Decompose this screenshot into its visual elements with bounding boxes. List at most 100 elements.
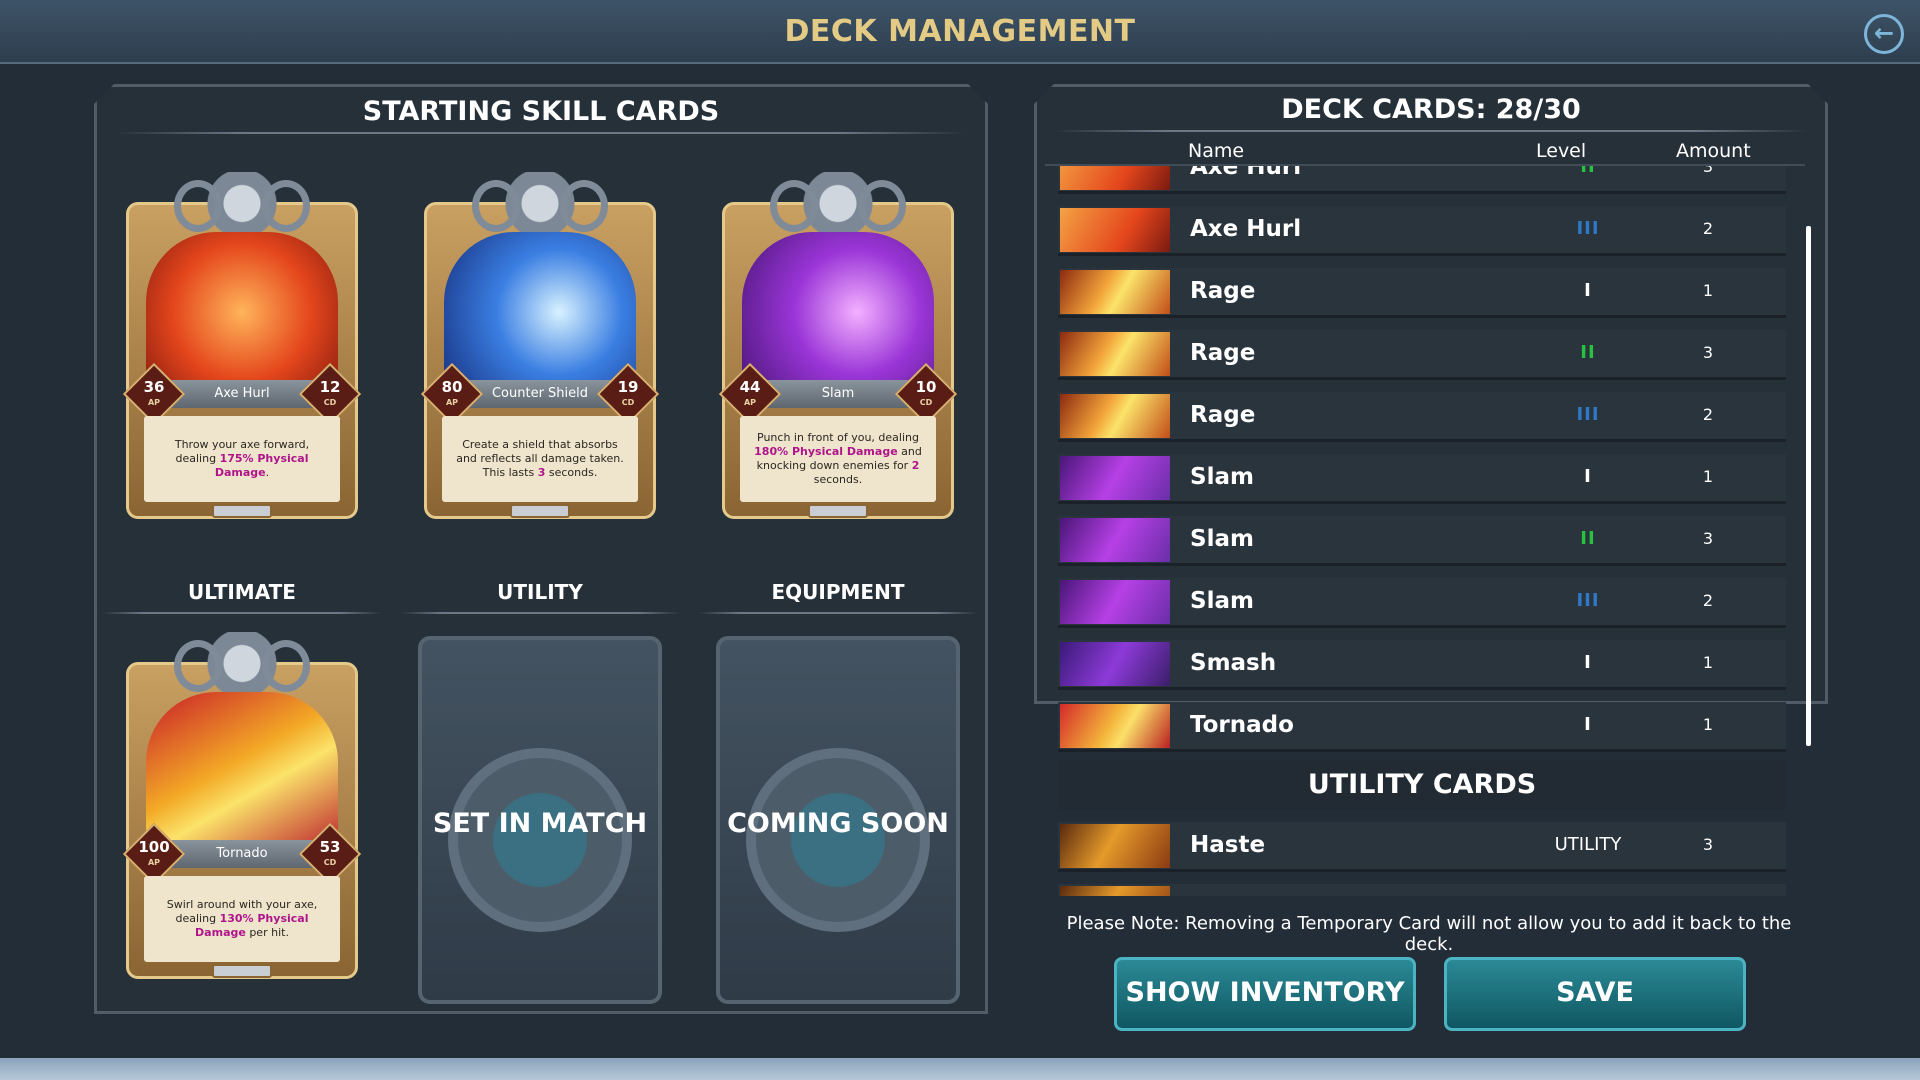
list-item[interactable]: Slam II 3 — [1058, 516, 1786, 566]
row-level: I — [1584, 714, 1592, 735]
desc-highlight: 3 — [537, 466, 546, 479]
row-name: Rage — [1190, 340, 1256, 366]
column-header-name: Name — [1188, 140, 1245, 162]
title-divider — [1054, 130, 1808, 132]
starting-skill-cards-title: STARTING SKILL CARDS — [362, 96, 720, 127]
row-name: Rage — [1190, 402, 1256, 428]
slot-set-in-match[interactable]: SET IN MATCH — [418, 636, 662, 1004]
card-thumbnail — [1060, 270, 1170, 314]
card-foot-ornament — [212, 964, 272, 978]
row-name: Tornado — [1190, 712, 1294, 738]
row-name: Haste — [1190, 832, 1266, 858]
ap-label: AP — [445, 398, 459, 407]
list-item[interactable]: Axe Hurl II 3 — [1058, 166, 1786, 194]
category-ultimate: ULTIMATE — [188, 580, 296, 604]
card-description: Create a shield that absorbs and reflect… — [442, 416, 638, 502]
ap-label: AP — [147, 398, 161, 407]
list-item[interactable]: Slam III 2 — [1058, 578, 1786, 628]
row-amount: 3 — [1702, 835, 1714, 854]
card-thumbnail — [1060, 208, 1170, 252]
card-foot-ornament — [808, 504, 868, 518]
row-name: Slam — [1190, 588, 1254, 614]
desc-text: seconds. — [813, 473, 863, 486]
skill-card-axe-hurl[interactable]: Axe Hurl 36 AP 12 CD Throw your axe forw… — [122, 172, 362, 519]
card-art — [146, 232, 338, 392]
skill-card-tornado[interactable]: Tornado 100 AP 53 CD Swirl around with y… — [122, 632, 362, 979]
row-level: III — [1576, 590, 1600, 611]
card-thumbnail — [1060, 824, 1170, 868]
category-equipment: EQUIPMENT — [771, 580, 905, 604]
desc-text: seconds. — [548, 466, 598, 479]
cd-value: 10 — [915, 378, 937, 396]
row-name: Slam — [1190, 526, 1254, 552]
skill-card-slam[interactable]: Slam 44 AP 10 CD Punch in front of you, … — [718, 172, 958, 519]
list-item[interactable]: Rage II 3 — [1058, 330, 1786, 380]
ap-value: 80 — [441, 378, 463, 396]
category-divider — [400, 612, 680, 614]
desc-text: . — [265, 466, 270, 479]
row-amount: 1 — [1702, 467, 1714, 486]
header-bar: DECK MANAGEMENT ← — [0, 0, 1920, 64]
row-amount: 1 — [1702, 653, 1714, 672]
slot-coming-soon: COMING SOON — [716, 636, 960, 1004]
footer-bar — [0, 1058, 1920, 1080]
cd-label: CD — [621, 398, 635, 407]
page-title: DECK MANAGEMENT — [784, 14, 1136, 49]
cd-value: 53 — [319, 838, 341, 856]
list-item[interactable] — [1058, 884, 1786, 896]
row-amount: 2 — [1702, 405, 1714, 424]
list-scrollbar[interactable] — [1806, 226, 1811, 746]
row-amount: 3 — [1702, 529, 1714, 548]
ap-label: AP — [743, 398, 757, 407]
desc-text: per hit. — [249, 926, 289, 939]
list-item[interactable]: Axe Hurl III 2 — [1058, 206, 1786, 256]
card-foot-ornament — [212, 504, 272, 518]
row-level: I — [1584, 280, 1592, 301]
card-thumbnail — [1060, 642, 1170, 686]
desc-text: Punch in front of you, dealing — [757, 431, 919, 444]
ap-value: 100 — [138, 838, 170, 856]
row-level: UTILITY — [1554, 834, 1622, 855]
card-thumbnail — [1060, 456, 1170, 500]
cd-value: 19 — [617, 378, 639, 396]
list-item[interactable]: Slam I 1 — [1058, 454, 1786, 504]
show-inventory-button[interactable]: SHOW INVENTORY — [1114, 957, 1416, 1031]
row-level: III — [1576, 404, 1600, 425]
skill-card-counter-shield[interactable]: Counter Shield 80 AP 19 CD Create a shie… — [420, 172, 660, 519]
card-thumbnail — [1060, 332, 1170, 376]
column-header-level: Level — [1536, 140, 1587, 162]
cd-label: CD — [323, 398, 337, 407]
back-arrow-icon[interactable]: ← — [1864, 14, 1904, 54]
row-amount: 1 — [1702, 715, 1714, 734]
list-item[interactable]: Haste UTILITY 3 — [1058, 822, 1786, 872]
ap-value: 44 — [739, 378, 761, 396]
card-description: Swirl around with your axe, dealing 130%… — [144, 876, 340, 962]
card-thumbnail — [1060, 518, 1170, 562]
row-amount: 1 — [1702, 281, 1714, 300]
row-amount: 3 — [1702, 343, 1714, 362]
card-thumbnail — [1060, 704, 1170, 748]
slot-label: SET IN MATCH — [432, 808, 648, 839]
save-button[interactable]: SAVE — [1444, 957, 1746, 1031]
row-name: Smash — [1190, 650, 1277, 676]
ap-value: 36 — [143, 378, 165, 396]
list-item[interactable]: Tornado I 1 — [1058, 702, 1786, 752]
row-name: Slam — [1190, 464, 1254, 490]
card-art — [742, 232, 934, 392]
card-thumbnail — [1060, 580, 1170, 624]
list-item[interactable]: Smash I 1 — [1058, 640, 1786, 690]
desc-highlight: 180% Physical Damage — [754, 445, 898, 458]
deck-cards-title: DECK CARDS: 28/30 — [1281, 94, 1581, 125]
temporary-card-note: Please Note: Removing a Temporary Card w… — [1066, 913, 1792, 955]
list-item[interactable]: Rage I 1 — [1058, 268, 1786, 318]
card-thumbnail — [1060, 394, 1170, 438]
cd-value: 12 — [319, 378, 341, 396]
row-level: II — [1580, 528, 1596, 549]
deck-card-list[interactable]: Axe Hurl II 3 Axe Hurl III 2 Rage I 1 Ra… — [1058, 166, 1786, 896]
card-art — [444, 232, 636, 392]
desc-highlight: 175% Physical Damage — [214, 452, 309, 479]
list-item[interactable]: Rage III 2 — [1058, 392, 1786, 442]
cd-label: CD — [323, 858, 337, 867]
slot-label: COMING SOON — [727, 808, 949, 839]
row-level: II — [1580, 342, 1596, 363]
